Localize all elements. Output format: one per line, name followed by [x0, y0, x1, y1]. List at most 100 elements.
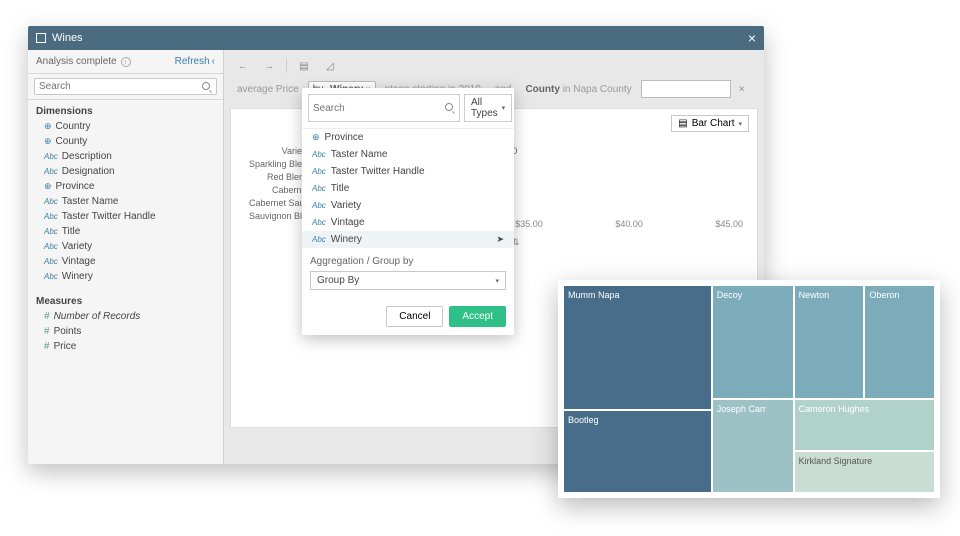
query-text-input[interactable] — [641, 80, 731, 98]
field-label: Description — [62, 151, 112, 162]
abc-icon: Abc — [312, 201, 326, 210]
dimension-field[interactable]: Abc Vintage — [32, 254, 219, 269]
dimension-field[interactable]: ⊕ County — [32, 134, 219, 149]
field-label: Taster Twitter Handle — [62, 211, 156, 222]
analysis-status: Analysis complete i — [36, 56, 131, 67]
globe-icon: ⊕ — [44, 136, 52, 147]
treemap-cell[interactable]: Newton — [794, 285, 865, 399]
dimension-field[interactable]: Abc Winery — [32, 269, 219, 284]
popup-search-input[interactable] — [313, 103, 445, 114]
titlebar: Wines × — [28, 26, 764, 50]
dimension-field[interactable]: Abc Designation — [32, 164, 219, 179]
popup-field-item[interactable]: Abc Winery ➤ — [302, 231, 514, 248]
dimension-field[interactable]: Abc Taster Twitter Handle — [32, 209, 219, 224]
measure-field[interactable]: # Points — [32, 324, 219, 339]
dimension-field[interactable]: AbcVariety — [32, 239, 219, 254]
popup-field-item[interactable]: Abc Variety — [302, 197, 514, 214]
field-label: Winery — [62, 271, 93, 282]
abc-icon: Abc — [312, 184, 326, 193]
abc-icon: Abc — [312, 150, 326, 159]
hash-icon: # — [44, 311, 50, 322]
aggregation-dropdown[interactable]: Group By▾ — [310, 271, 506, 290]
treemap-cell[interactable]: Cameron Hughes — [794, 399, 935, 451]
close-icon[interactable]: × — [748, 30, 756, 46]
field-label: County — [56, 136, 88, 147]
chart-type-dropdown[interactable]: ▤ Bar Chart ▾ — [671, 115, 749, 132]
abc-icon: Abc — [44, 242, 58, 251]
info-icon: i — [121, 57, 131, 67]
chevron-left-icon: ‹ — [212, 56, 215, 67]
abc-icon: Abc — [44, 257, 58, 266]
popup-item-label: Vintage — [331, 217, 365, 228]
axis-tick: $45.00 — [715, 219, 743, 229]
popup-field-item[interactable]: ⊕Province — [302, 129, 514, 146]
field-label: Title — [62, 226, 81, 237]
abc-icon: Abc — [312, 167, 326, 176]
popup-item-label: Title — [331, 183, 350, 194]
dimension-field[interactable]: Abc Description — [32, 149, 219, 164]
measures-header: Measures — [28, 290, 223, 309]
treemap-cell[interactable]: Oberon — [864, 285, 935, 399]
treemap-cell[interactable]: Joseph Carr — [712, 399, 794, 493]
hash-icon: # — [44, 326, 50, 337]
forward-button[interactable]: → — [260, 58, 278, 74]
pin-icon[interactable]: ◿ — [321, 58, 339, 74]
layout-icon[interactable]: ▤ — [295, 58, 313, 74]
clear-query-icon[interactable]: × — [735, 82, 749, 96]
globe-icon: ⊕ — [312, 132, 320, 143]
canvas-toolbar: ← → ▤ ◿ — [230, 56, 758, 76]
sidebar-search[interactable] — [34, 78, 217, 95]
cancel-button[interactable]: Cancel — [386, 306, 443, 327]
search-icon — [445, 103, 455, 113]
popup-item-label: Variety — [331, 200, 361, 211]
popup-item-label: Winery — [331, 234, 362, 245]
pill-county[interactable]: County in Napa County — [520, 81, 636, 98]
back-button[interactable]: ← — [234, 58, 252, 74]
document-icon — [36, 33, 46, 43]
popup-search[interactable] — [308, 94, 460, 122]
field-label: Vintage — [62, 256, 96, 267]
refresh-button[interactable]: Refresh ‹ — [175, 56, 215, 67]
popup-field-item[interactable]: Abc Vintage — [302, 214, 514, 231]
popup-item-label: Taster Name — [331, 149, 388, 160]
treemap-cell[interactable]: Bootleg — [563, 410, 712, 493]
cursor-icon: ➤ — [496, 234, 504, 245]
axis-tick: $35.00 — [515, 219, 543, 229]
treemap-cell[interactable]: Decoy — [712, 285, 794, 399]
dimension-field[interactable]: AbcTitle — [32, 224, 219, 239]
search-icon — [202, 82, 212, 92]
popup-item-label: Taster Twitter Handle — [331, 166, 425, 177]
pill-metric[interactable]: average Price — [232, 81, 304, 98]
treemap-cell[interactable]: Kirkland Signature — [794, 451, 935, 493]
globe-icon: ⊕ — [44, 181, 52, 192]
aggregation-label: Aggregation / Group by — [302, 248, 514, 271]
dimension-field[interactable]: Abc Taster Name — [32, 194, 219, 209]
treemap-cell[interactable]: Mumm Napa — [563, 285, 712, 410]
dimension-field[interactable]: ⊕Province — [32, 179, 219, 194]
hash-icon: # — [44, 341, 50, 352]
field-label: Country — [56, 121, 91, 132]
popup-field-item[interactable]: Abc Title — [302, 180, 514, 197]
abc-icon: Abc — [44, 167, 58, 176]
popup-field-item[interactable]: Abc Taster Twitter Handle — [302, 163, 514, 180]
abc-icon: Abc — [312, 218, 326, 227]
chevron-down-icon: ▾ — [738, 120, 742, 128]
sidebar-search-input[interactable] — [39, 81, 202, 92]
abc-icon: Abc — [44, 212, 58, 221]
field-label: Taster Name — [62, 196, 119, 207]
window-title: Wines — [52, 32, 83, 44]
abc-icon: Abc — [44, 197, 58, 206]
abc-icon: Abc — [44, 272, 58, 281]
abc-icon: Abc — [44, 152, 58, 161]
bar-chart-icon: ▤ — [678, 118, 687, 129]
popup-field-item[interactable]: Abc Taster Name — [302, 146, 514, 163]
abc-icon: Abc — [312, 235, 326, 244]
field-label: Designation — [62, 166, 115, 177]
accept-button[interactable]: Accept — [449, 306, 506, 327]
measure-field[interactable]: #Number of Records — [32, 309, 219, 324]
type-filter-dropdown[interactable]: All Types▾ — [464, 94, 512, 122]
dimension-field[interactable]: ⊕Country — [32, 119, 219, 134]
measure-field[interactable]: # Price — [32, 339, 219, 354]
field-label: Price — [54, 341, 77, 352]
field-label: Points — [54, 326, 82, 337]
